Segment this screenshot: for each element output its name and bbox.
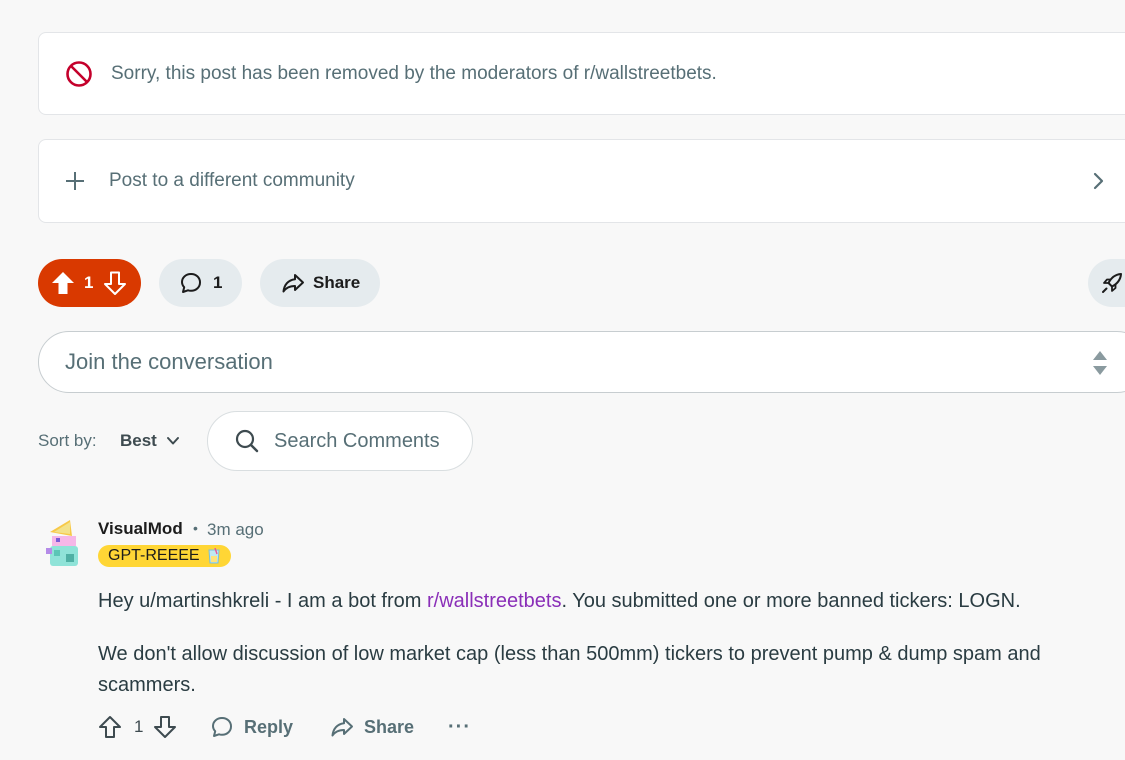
share-icon: [282, 274, 304, 293]
comment-vote-count: 1: [134, 717, 144, 736]
subreddit-link[interactable]: r/wallstreetbets: [427, 590, 562, 612]
share-label: Share: [313, 273, 361, 292]
comment-actions: 1 Reply Share ···: [98, 710, 498, 744]
reply-button[interactable]: Reply: [210, 710, 293, 744]
share-icon: [331, 718, 353, 737]
removed-notice-text: Sorry, this post has been removed by the…: [111, 62, 717, 84]
sort-label: Sort by:: [38, 431, 97, 450]
search-icon: [235, 429, 259, 453]
comment-icon: [212, 717, 232, 737]
comment-input[interactable]: [63, 348, 967, 376]
reply-label: Reply: [244, 716, 294, 737]
share-button[interactable]: Share: [260, 259, 380, 307]
comment-text: Hey u/martinshkreli - I am a bot from: [98, 590, 427, 612]
sort-value: Best: [120, 431, 157, 450]
comment-share-label: Share: [364, 716, 415, 737]
comment-paragraph: Hey u/martinshkreli - I am a bot from r/…: [98, 586, 1108, 617]
resize-icon[interactable]: [1091, 349, 1109, 377]
post-to-different-community-label: Post to a different community: [109, 170, 355, 191]
comments-button[interactable]: 1: [159, 259, 242, 307]
downvote-icon[interactable]: [102, 270, 128, 296]
post-vote-count: 1: [84, 273, 94, 292]
comment-upvote-button[interactable]: [98, 710, 122, 744]
user-flair-text: GPT-REEEE: [108, 547, 200, 564]
comment-icon: [181, 273, 201, 293]
post-to-different-community[interactable]: Post to a different community: [38, 139, 1125, 223]
comment-author[interactable]: VisualMod: [98, 519, 183, 539]
downvote-icon: [154, 716, 176, 738]
user-flair: GPT-REEEE: [98, 545, 231, 567]
ban-icon: [66, 60, 92, 87]
award-button[interactable]: [1088, 259, 1125, 307]
chevron-right-icon: [1093, 172, 1104, 190]
plus-icon: [66, 172, 84, 190]
flair-emoji-icon: [208, 548, 220, 564]
sort-dropdown[interactable]: Best: [112, 423, 189, 459]
upvote-icon: [99, 716, 121, 738]
comment-composer[interactable]: [38, 331, 1125, 393]
search-comments[interactable]: [207, 411, 473, 471]
comment-paragraph: We don't allow discussion of low market …: [98, 643, 1041, 696]
more-icon[interactable]: ···: [448, 710, 471, 744]
comment-text: . You submitted one or more banned ticke…: [561, 590, 1021, 612]
comment-count: 1: [213, 273, 223, 292]
comment-body: Hey u/martinshkreli - I am a bot from r/…: [98, 586, 1108, 723]
post-vote-control: 1: [38, 259, 141, 307]
avatar[interactable]: [44, 518, 84, 568]
upvote-icon[interactable]: [50, 270, 76, 296]
comment-timestamp: 3m ago: [207, 520, 264, 539]
comment-share-button[interactable]: Share: [330, 710, 414, 744]
award-icon: [1102, 273, 1122, 293]
meta-separator: •: [193, 520, 198, 536]
chevron-down-icon: [166, 437, 179, 445]
page: Sorry, this post has been removed by the…: [0, 0, 1125, 760]
removed-notice: Sorry, this post has been removed by the…: [38, 32, 1125, 115]
search-comments-input[interactable]: [272, 428, 466, 454]
comment-downvote-button[interactable]: [153, 710, 177, 744]
